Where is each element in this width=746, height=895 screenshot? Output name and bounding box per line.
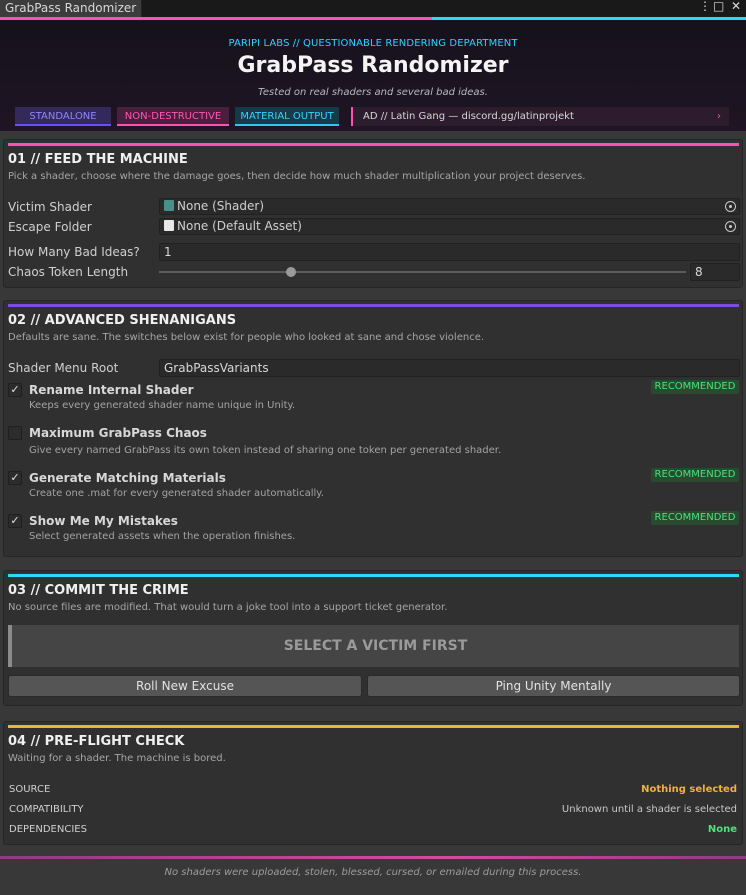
chaos-token-input[interactable]: 8 [690, 263, 740, 281]
checkmark-icon: ✓ [10, 383, 20, 396]
window-menu-icon[interactable]: ⋮ [699, 0, 711, 13]
section-advanced-shenanigans: 02 // ADVANCED SHENANIGANS Defaults are … [3, 300, 743, 557]
object-picker-icon[interactable] [725, 201, 736, 212]
pill-standalone: STANDALONE [15, 107, 111, 126]
window-tab[interactable]: GrabPass Randomizer [0, 0, 142, 17]
dependencies-value: None [707, 824, 737, 835]
window-close-icon[interactable]: ✕ [731, 0, 741, 13]
menu-root-input[interactable]: GrabPassVariants [159, 359, 740, 377]
header-banner: PARIPI LABS // QUESTIONABLE RENDERING DE… [0, 21, 746, 131]
chaos-token-slider[interactable] [4, 263, 744, 281]
checkmark-icon: ✓ [10, 471, 20, 484]
victim-shader-value: None (Shader) [177, 199, 264, 213]
checkmark-icon: ✓ [10, 514, 20, 527]
document-icon [164, 220, 174, 231]
section-title: 01 // FEED THE MACHINE [8, 152, 188, 167]
section-pre-flight-check: 04 // PRE-FLIGHT CHECK Waiting for a sha… [3, 721, 743, 845]
chevron-right-icon: › [717, 111, 721, 122]
header-eyebrow: PARIPI LABS // QUESTIONABLE RENDERING DE… [228, 38, 518, 49]
section-description: Defaults are sane. The switches below ex… [8, 332, 485, 343]
slider-thumb[interactable] [285, 267, 296, 277]
window-maximize-icon[interactable]: □ [713, 0, 724, 13]
window-tab-bar: GrabPass Randomizer ⋮ □ ✕ [0, 0, 746, 21]
section-description: Pick a shader, choose where the damage g… [8, 171, 586, 182]
section-accent-bar [8, 304, 739, 307]
grabpass-chaos-checkbox[interactable] [8, 426, 22, 440]
recommended-badge: RECOMMENDED [651, 468, 739, 482]
show-mistakes-desc: Select generated assets when the operati… [29, 531, 296, 542]
generate-materials-desc: Create one .mat for every generated shad… [29, 488, 324, 499]
ad-link[interactable]: AD // Latin Gang — discord.gg/latinproje… [351, 107, 729, 126]
recommended-badge: RECOMMENDED [651, 511, 739, 525]
section-title: 02 // ADVANCED SHENANIGANS [8, 313, 237, 328]
object-picker-icon[interactable] [725, 221, 736, 232]
show-mistakes-checkbox[interactable]: ✓ [8, 514, 22, 528]
escape-folder-field[interactable]: None (Default Asset) [159, 218, 740, 235]
section-description: Waiting for a shader. The machine is bor… [8, 753, 226, 764]
escape-folder-value: None (Default Asset) [177, 219, 302, 233]
footer-disclaimer: No shaders were uploaded, stolen, blesse… [164, 867, 582, 878]
section-description: No source files are modified. That would… [8, 602, 448, 613]
rename-shader-desc: Keeps every generated shader name unique… [29, 400, 296, 411]
roll-excuse-button[interactable]: Roll New Excuse [8, 675, 362, 697]
select-victim-button[interactable]: SELECT A VICTIM FIRST [8, 625, 739, 667]
victim-shader-label: Victim Shader [8, 200, 92, 214]
rename-shader-title: Rename Internal Shader [29, 383, 194, 397]
source-value: Nothing selected [641, 784, 737, 795]
ad-link-text: AD // Latin Gang — discord.gg/latinproje… [363, 111, 574, 122]
bad-ideas-label: How Many Bad Ideas? [8, 245, 140, 259]
window-tab-title: GrabPass Randomizer [5, 1, 137, 15]
compatibility-value: Unknown until a shader is selected [561, 804, 737, 815]
header-subtitle: Tested on real shaders and several bad i… [258, 87, 488, 98]
grabpass-chaos-desc: Give every named GrabPass its own token … [29, 445, 502, 456]
pill-material-output: MATERIAL OUTPUT [235, 107, 339, 126]
dependencies-label: DEPENDENCIES [9, 824, 87, 835]
pill-non-destructive: NON-DESTRUCTIVE [117, 107, 229, 126]
menu-root-label: Shader Menu Root [8, 361, 119, 375]
slider-track [159, 271, 686, 273]
bad-ideas-input[interactable]: 1 [159, 243, 740, 261]
compatibility-label: COMPATIBILITY [9, 804, 84, 815]
rename-shader-checkbox[interactable]: ✓ [8, 383, 22, 397]
recommended-badge: RECOMMENDED [651, 380, 739, 394]
section-title: 03 // COMMIT THE CRIME [8, 583, 189, 598]
victim-shader-field[interactable]: None (Shader) [159, 198, 740, 215]
shader-icon [164, 200, 174, 211]
footer-accent-bar [0, 856, 746, 859]
section-commit-the-crime: 03 // COMMIT THE CRIME No source files a… [3, 570, 743, 706]
show-mistakes-title: Show Me My Mistakes [29, 514, 178, 528]
tab-accent-cyan [432, 17, 746, 20]
section-accent-bar [8, 725, 739, 728]
section-feed-the-machine: 01 // FEED THE MACHINE Pick a shader, ch… [3, 139, 743, 288]
generate-materials-title: Generate Matching Materials [29, 471, 226, 485]
section-accent-bar [8, 574, 739, 577]
escape-folder-label: Escape Folder [8, 220, 92, 234]
generate-materials-checkbox[interactable]: ✓ [8, 471, 22, 485]
section-accent-bar [8, 143, 739, 146]
source-label: SOURCE [9, 784, 51, 795]
tab-accent-pink [0, 17, 432, 20]
ping-unity-button[interactable]: Ping Unity Mentally [367, 675, 740, 697]
header-title: GrabPass Randomizer [237, 53, 509, 78]
section-title: 04 // PRE-FLIGHT CHECK [8, 734, 185, 749]
grabpass-chaos-title: Maximum GrabPass Chaos [29, 426, 207, 440]
